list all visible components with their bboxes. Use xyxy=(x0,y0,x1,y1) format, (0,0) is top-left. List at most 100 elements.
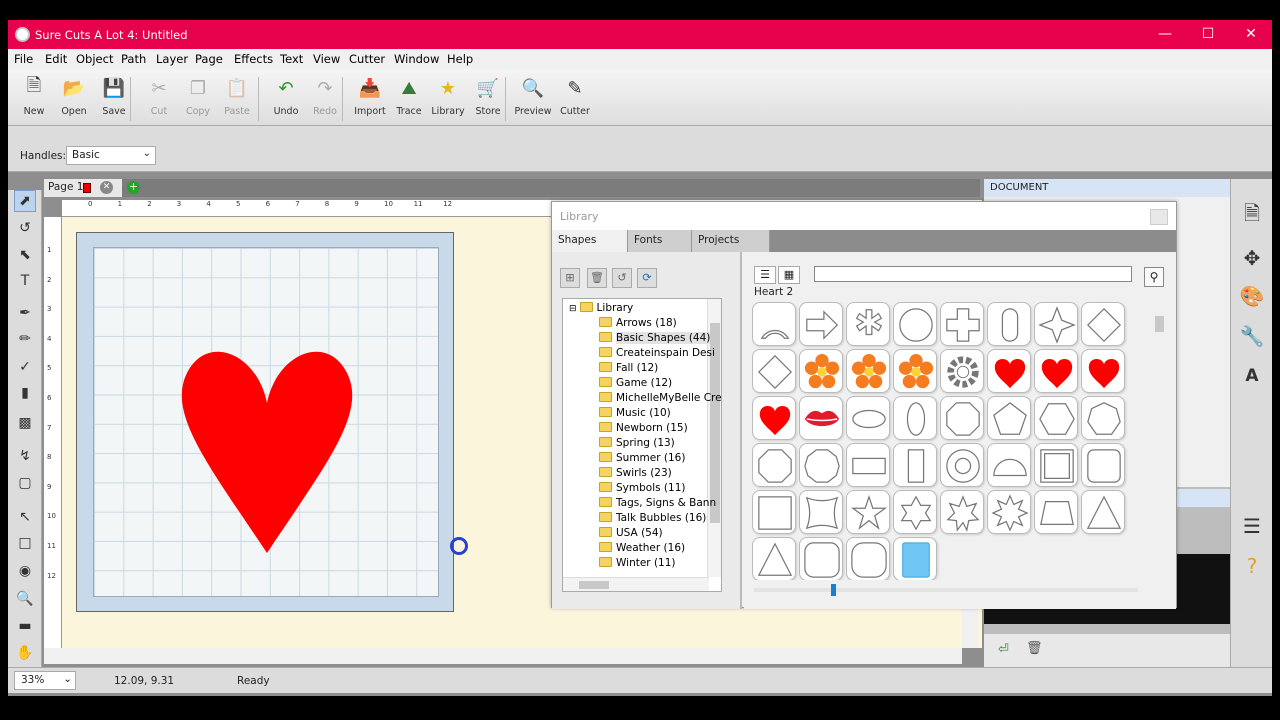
paste-button[interactable]: 📋 Paste xyxy=(217,72,257,124)
blackout-tool-icon[interactable]: ◉ xyxy=(14,560,36,582)
shape-thumbnail-rect-v[interactable] xyxy=(893,443,937,487)
new-button[interactable]: 🗎 New xyxy=(14,72,54,124)
shape-thumbnail-ring[interactable] xyxy=(940,443,984,487)
node-edit-tool-icon[interactable]: ⬉ xyxy=(14,244,36,266)
tree-item[interactable]: USA (54) xyxy=(599,527,663,542)
list-view-icon[interactable]: ☰ xyxy=(754,266,776,284)
move-panel-icon[interactable]: ✥ xyxy=(1237,243,1267,273)
eyedropper-tool-icon[interactable]: ↯ xyxy=(14,445,36,467)
open-button[interactable]: 📂 Open xyxy=(54,72,94,124)
shape-thumbnail-flower-orange[interactable] xyxy=(799,349,843,393)
category-tree[interactable]: ⊟ Library Arrows (18) Basic Shapes (44) Crea… xyxy=(562,298,722,592)
shape-thumbnail-square-frame[interactable] xyxy=(1034,443,1078,487)
shape-thumbnail-hexagon[interactable] xyxy=(1034,396,1078,440)
shape-thumbnail-star-5[interactable] xyxy=(846,490,890,534)
maximize-icon[interactable]: ☐ xyxy=(1195,24,1221,44)
add-layer-icon[interactable]: ⏎ xyxy=(998,642,1009,657)
cut-button[interactable]: ✂ Cut xyxy=(139,72,179,124)
tree-item[interactable]: Swirls (23) xyxy=(599,467,672,482)
shape-thumbnail-triangle[interactable] xyxy=(1081,490,1125,534)
tree-item[interactable]: Basic Shapes (44) xyxy=(599,332,711,347)
tree-item[interactable]: MichelleMyBelle Cre xyxy=(599,392,721,407)
tree-item[interactable]: Fall (12) xyxy=(599,362,658,377)
tree-item[interactable]: Summer (16) xyxy=(599,452,685,467)
settings-wrench-icon[interactable]: 🔧 xyxy=(1237,321,1267,351)
shape-thumbnail-cross[interactable] xyxy=(940,302,984,346)
minimize-icon[interactable]: — xyxy=(1152,24,1178,44)
close-icon[interactable]: ✕ xyxy=(1238,24,1264,44)
shape-thumbnail-trapezoid[interactable] xyxy=(1034,490,1078,534)
shape-thumbnail-ellipse-h[interactable] xyxy=(846,396,890,440)
tree-horizontal-scrollbar[interactable] xyxy=(563,577,709,591)
shape-thumbnail-diamond[interactable] xyxy=(752,349,796,393)
refresh-icon[interactable]: ⟳ xyxy=(637,268,657,288)
import-button[interactable]: 📥 Import xyxy=(350,72,390,124)
preview-button[interactable]: 🔍 Preview xyxy=(513,72,553,124)
shape-thumbnail-heptagon[interactable] xyxy=(1081,396,1125,440)
shape-thumbnail-pentagon[interactable] xyxy=(987,396,1031,440)
tree-item[interactable]: Tags, Signs & Bann xyxy=(599,497,716,512)
shape-thumbnail-octagon[interactable] xyxy=(752,443,796,487)
layers-panel-icon[interactable]: ☰ xyxy=(1237,511,1267,541)
tree-item[interactable]: ⊟ Library xyxy=(569,302,633,317)
tree-item[interactable]: Symbols (11) xyxy=(599,482,685,497)
delete-category-icon[interactable]: 🗑 xyxy=(587,268,607,288)
zoom-tool-icon[interactable]: 🔍 xyxy=(14,588,36,610)
menu-file[interactable]: File xyxy=(14,52,33,66)
tree-item[interactable]: Arrows (18) xyxy=(599,317,677,332)
tree-item[interactable]: Weather (16) xyxy=(599,542,685,557)
menu-layer[interactable]: Layer xyxy=(156,52,188,66)
menu-effects[interactable]: Effects xyxy=(234,52,273,66)
menu-window[interactable]: Window xyxy=(394,52,439,66)
menu-text[interactable]: Text xyxy=(280,52,303,66)
shape-thumbnail-rect-h[interactable] xyxy=(846,443,890,487)
shape-grid-scrollbar[interactable] xyxy=(1152,300,1166,580)
measure-tool-icon[interactable]: ▬ xyxy=(14,615,36,637)
cutter-button[interactable]: ✎ Cutter xyxy=(555,72,595,124)
trace-button[interactable]: ⛰ Trace xyxy=(389,72,429,124)
tab-projects[interactable]: Projects xyxy=(692,230,770,252)
rectangle-tool-icon[interactable]: ▩ xyxy=(14,412,36,434)
shape-thumbnail-heart-red[interactable] xyxy=(1081,349,1125,393)
search-icon[interactable]: ⚲ xyxy=(1144,267,1164,287)
library-button[interactable]: ★ Library xyxy=(428,72,468,124)
menu-object[interactable]: Object xyxy=(76,52,113,66)
tab-fonts[interactable]: Fonts xyxy=(628,230,692,252)
handles-select[interactable]: Basic ⌄ xyxy=(66,146,156,165)
menu-view[interactable]: View xyxy=(313,52,340,66)
tree-item[interactable]: Newborn (15) xyxy=(599,422,688,437)
help-icon[interactable]: ? xyxy=(1237,551,1267,581)
thumbnail-size-slider[interactable] xyxy=(754,584,1138,596)
shape-thumbnail-gear[interactable] xyxy=(940,349,984,393)
tab-shapes[interactable]: Shapes xyxy=(552,230,628,252)
color-palette-icon[interactable]: 🎨 xyxy=(1237,281,1267,311)
heart-shape[interactable] xyxy=(177,333,357,563)
shape-thumbnail-heart-red[interactable] xyxy=(1034,349,1078,393)
fill-tool-icon[interactable]: ▢ xyxy=(14,472,36,494)
library-close-button[interactable] xyxy=(1150,209,1168,225)
store-button[interactable]: 🛒 Store xyxy=(468,72,508,124)
select-tool-icon[interactable]: ⬈ xyxy=(14,190,36,212)
shape-thumbnail-blue-tile[interactable] xyxy=(893,537,937,580)
tree-item[interactable]: Talk Bubbles (16) xyxy=(599,512,706,527)
shape-thumbnail-heart-red[interactable] xyxy=(987,349,1031,393)
add-category-icon[interactable]: ⊞ xyxy=(560,268,580,288)
shape-thumbnail-triangle[interactable] xyxy=(752,537,796,580)
canvas-horizontal-scrollbar[interactable] xyxy=(44,648,962,664)
brush-tool-icon[interactable]: ✓ xyxy=(14,356,36,378)
warp-tool-icon[interactable]: ↺ xyxy=(14,217,36,239)
shape-thumbnail-star-6[interactable] xyxy=(893,490,937,534)
grid-view-icon[interactable]: ▦ xyxy=(778,266,800,284)
shape-thumbnail-lips[interactable] xyxy=(799,396,843,440)
close-page-icon[interactable]: ✕ xyxy=(100,181,113,194)
shape-thumbnail-flower-orange[interactable] xyxy=(846,349,890,393)
shape-thumbnail-asterisk[interactable] xyxy=(846,302,890,346)
tree-item[interactable]: Spring (13) xyxy=(599,437,675,452)
pencil-tool-icon[interactable]: ✏ xyxy=(14,328,36,350)
tree-item[interactable]: Game (12) xyxy=(599,377,672,392)
copy-button[interactable]: ❐ Copy xyxy=(178,72,218,124)
eraser-tool-icon[interactable]: ▮ xyxy=(14,382,36,404)
menu-page[interactable]: Page xyxy=(195,52,223,66)
shape-thumbnail-heart-red[interactable] xyxy=(752,396,796,440)
shape-thumbnail-pillow[interactable] xyxy=(799,490,843,534)
